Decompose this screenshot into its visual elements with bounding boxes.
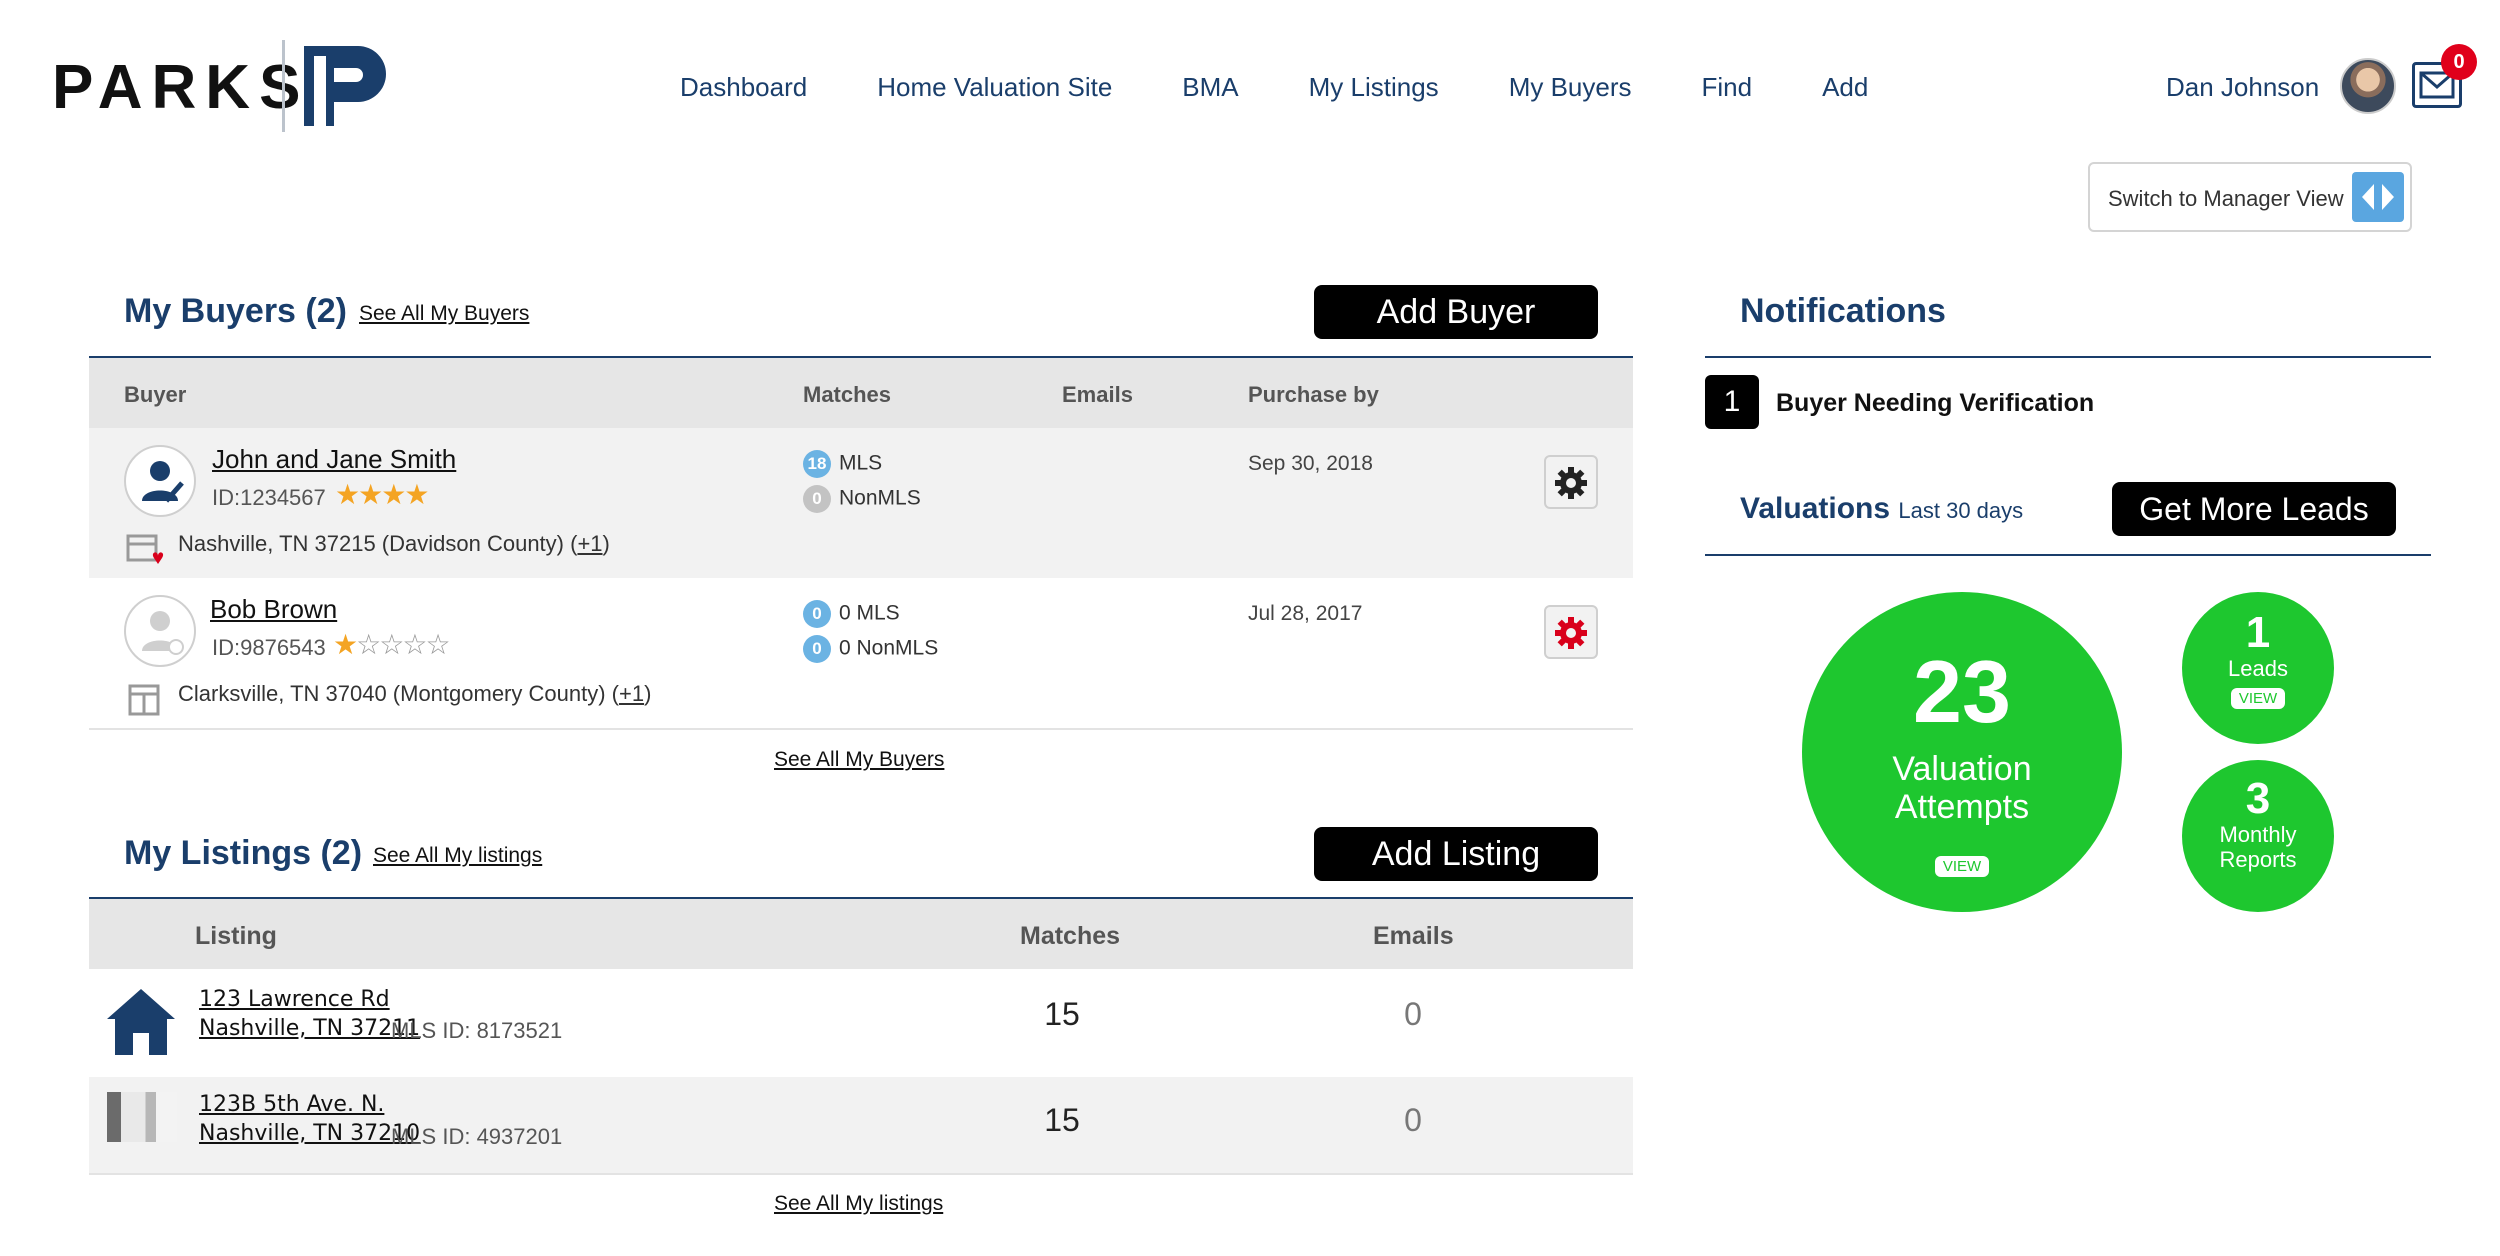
listing-address-line2[interactable]: Nashville, TN 37210	[199, 1121, 420, 1146]
buyer-id: ID:9876543	[212, 635, 326, 660]
valuations-divider	[1705, 554, 2431, 556]
reports-label: Monthly	[2219, 822, 2297, 847]
more-locations-link[interactable]: +1	[577, 531, 602, 556]
valuation-attempts-count: 23	[1913, 642, 2011, 741]
buyer-settings-button[interactable]	[1544, 455, 1598, 509]
switch-arrows-icon	[2352, 172, 2404, 222]
leads-view-button[interactable]: VIEW	[2230, 688, 2286, 709]
star-icon: ★	[333, 629, 358, 660]
home-icon	[128, 684, 160, 716]
valuation-attempts-label-2: Attempts	[1894, 788, 2030, 826]
col-matches: Matches	[803, 382, 892, 407]
star-icon: ★	[404, 479, 429, 510]
reports-count: 3	[2245, 774, 2271, 823]
see-all-buyers-link[interactable]: See All My Buyers	[359, 302, 529, 326]
buyer-rating: ★★★★	[335, 478, 429, 511]
star-outline-icon: ☆	[402, 629, 427, 660]
notifications-title: Notifications	[1740, 292, 1946, 330]
reports-label-2: Reports	[2219, 847, 2297, 872]
notification-item[interactable]: Buyer Needing Verification	[1776, 389, 2094, 418]
main-nav: Dashboard Home Valuation Site BMA My Lis…	[680, 72, 1938, 108]
nav-my-buyers[interactable]: My Buyers	[1509, 72, 1632, 108]
listing-address-line2[interactable]: Nashville, TN 37211	[199, 1016, 420, 1041]
add-buyer-button[interactable]: Add Buyer	[1314, 285, 1598, 339]
buyer-location: Nashville, TN 37215 (Davidson County) (+…	[178, 531, 610, 556]
add-listing-button[interactable]: Add Listing	[1314, 827, 1598, 881]
logo-divider	[282, 40, 285, 132]
gear-icon	[1555, 617, 1587, 649]
valuation-view-button[interactable]: VIEW	[1934, 856, 1990, 877]
star-outline-icon: ☆	[379, 629, 404, 660]
leads-count: 1	[2245, 608, 2271, 657]
listing-emails-count: 0	[1404, 996, 1422, 1032]
col-listing-matches: Matches	[1020, 922, 1121, 950]
nonmls-matches[interactable]: 00 NonMLS	[803, 635, 938, 663]
switch-manager-view-button[interactable]: Switch to Manager View	[2088, 162, 2412, 232]
logo-text: PARKS	[52, 53, 310, 122]
star-icon: ★	[335, 479, 360, 510]
switch-label: Switch to Manager View	[2108, 186, 2344, 211]
star-outline-icon: ☆	[356, 629, 381, 660]
col-emails: Emails	[1062, 382, 1133, 407]
see-all-listings-link[interactable]: See All My listings	[373, 844, 542, 868]
mls-matches[interactable]: 00 MLS	[803, 600, 900, 628]
star-icon: ★	[358, 479, 383, 510]
my-buyers-title: My Buyers (2)	[124, 292, 347, 330]
valuation-attempts-label: Valuation	[1892, 750, 2032, 788]
leads-label: Leads	[2228, 656, 2288, 681]
nav-find[interactable]: Find	[1702, 72, 1753, 108]
listing-matches-count[interactable]: 15	[1032, 996, 1092, 1033]
see-all-buyers-footer-link[interactable]: See All My Buyers	[774, 748, 944, 772]
get-more-leads-button[interactable]: Get More Leads	[2112, 482, 2396, 536]
listing-mls-id: MLS ID: 8173521	[391, 1018, 563, 1043]
buyer-location: Clarksville, TN 37040 (Montgomery County…	[178, 681, 652, 706]
listing-address-line1[interactable]: 123 Lawrence Rd	[199, 987, 390, 1012]
nav-add[interactable]: Add	[1822, 72, 1868, 108]
house-icon	[107, 989, 175, 1055]
star-icon: ★	[381, 479, 406, 510]
user-name[interactable]: Dan Johnson	[2166, 72, 2319, 103]
unverified-buyer-avatar-icon	[124, 595, 196, 667]
nonmls-matches[interactable]: 0 NonMLS	[803, 485, 921, 513]
col-listing-emails: Emails	[1373, 922, 1454, 950]
logo-p-mark-icon	[304, 46, 386, 126]
leads-circle[interactable]: 1 Leads VIEW	[2182, 592, 2334, 744]
col-purchase-by: Purchase by	[1248, 382, 1379, 407]
saved-home-icon	[126, 534, 164, 564]
buyer-settings-button[interactable]	[1544, 605, 1598, 659]
more-locations-link[interactable]: +1	[619, 681, 644, 706]
mail-count-badge: 0	[2441, 44, 2477, 80]
buyer-rating: ★☆☆☆☆	[333, 628, 451, 661]
star-outline-icon: ☆	[425, 629, 450, 660]
see-all-listings-footer-link[interactable]: See All My listings	[774, 1192, 943, 1216]
monthly-reports-circle[interactable]: 3 Monthly Reports	[2182, 760, 2334, 912]
gear-icon	[1555, 467, 1587, 499]
purchase-by-date: Jul 28, 2017	[1248, 602, 1363, 625]
user-avatar[interactable]	[2340, 58, 2396, 114]
buyer-name-link[interactable]: Bob Brown	[210, 594, 337, 625]
valuation-attempts-circle[interactable]: 23 Valuation Attempts VIEW	[1802, 592, 2122, 912]
verified-buyer-avatar-icon	[124, 445, 196, 517]
listing-address-line1[interactable]: 123B 5th Ave. N.	[199, 1092, 384, 1117]
buyer-id: ID:1234567	[212, 485, 326, 510]
col-listing: Listing	[195, 922, 277, 950]
nav-dashboard[interactable]: Dashboard	[680, 72, 807, 108]
notifications-divider	[1705, 356, 2431, 358]
purchase-by-date: Sep 30, 2018	[1248, 452, 1373, 475]
parks-logo[interactable]: PARKS	[52, 40, 392, 132]
nav-bma[interactable]: BMA	[1182, 72, 1238, 108]
valuations-title: Valuations Last 30 days	[1740, 492, 2024, 525]
col-buyer: Buyer	[124, 382, 187, 407]
valuations-period: Last 30 days	[1898, 498, 2024, 523]
mls-matches[interactable]: 18 MLS	[803, 450, 882, 478]
notification-count-badge: 1	[1705, 375, 1759, 429]
listing-emails-count: 0	[1404, 1102, 1422, 1138]
nav-home-valuation-site[interactable]: Home Valuation Site	[877, 72, 1112, 108]
nav-my-listings[interactable]: My Listings	[1309, 72, 1439, 108]
listing-mls-id: MLS ID: 4937201	[391, 1124, 563, 1149]
my-listings-title: My Listings (2)	[124, 834, 363, 872]
buyer-name-link[interactable]: John and Jane Smith	[212, 444, 456, 475]
listing-matches-count[interactable]: 15	[1032, 1102, 1092, 1139]
listing-photo-thumbnail[interactable]	[107, 1092, 177, 1142]
